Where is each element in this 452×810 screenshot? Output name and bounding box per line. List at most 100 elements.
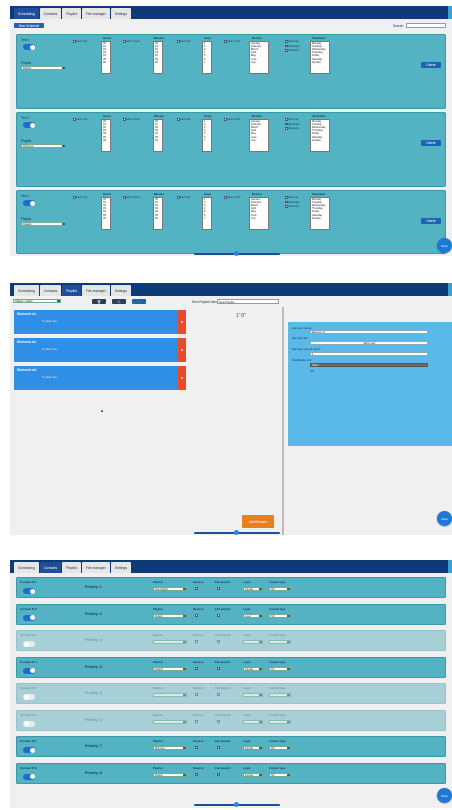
end-playlist-checkbox[interactable]: [217, 746, 220, 749]
months-list[interactable]: January February March April May June Ju…: [249, 40, 269, 74]
tab-contacts[interactable]: Contacts: [39, 285, 62, 296]
schedule-toggle[interactable]: [23, 122, 35, 128]
element-file-select[interactable]: alarm.wav: [310, 341, 428, 345]
contact-toggle[interactable]: [23, 773, 35, 780]
save-button[interactable]: Save: [437, 238, 452, 253]
tab-scheduling[interactable]: Scheduling: [14, 562, 39, 573]
contact-logic-select[interactable]: [243, 719, 263, 724]
weekdays-list[interactable]: Monday Tuesday Wednesday Thursday Friday…: [310, 196, 330, 230]
reverse-checkbox[interactable]: [195, 587, 198, 590]
weekend-option[interactable]: Weekend: [285, 49, 300, 54]
hours-list[interactable]: 00 01 02 03 04 05 06: [101, 40, 111, 74]
contact-type-select[interactable]: NO: [269, 772, 291, 777]
each-hour-check[interactable]: Each hour: [73, 118, 88, 123]
element-card[interactable]: Element n1 To alarm.wav ✖: [14, 310, 186, 334]
contact-logic-select[interactable]: Impulse: [243, 587, 263, 591]
contact-logic-select[interactable]: Level: [243, 613, 263, 618]
each-hour-check[interactable]: Each hour: [73, 40, 88, 45]
contact-playlist-select[interactable]: Welcome: [153, 746, 187, 750]
end-playlist-checkbox[interactable]: [217, 719, 220, 723]
scroll-handle[interactable]: [234, 802, 239, 807]
new-button[interactable]: ➕: [132, 299, 146, 304]
schedule-toggle[interactable]: [23, 44, 35, 50]
months-list[interactable]: January February March April May June Ju…: [249, 118, 269, 152]
days-list[interactable]: 1 2 3 4 5 6 7: [202, 196, 212, 230]
minutes-list[interactable]: 00 01 02 03 04 05 06: [153, 196, 163, 230]
tab-file-manager[interactable]: File manager: [81, 285, 110, 296]
contact-type-select[interactable]: NO: [269, 587, 291, 591]
contact-type-select[interactable]: NO: [269, 613, 291, 618]
scroll-handle[interactable]: [234, 530, 239, 535]
reverse-checkbox[interactable]: [195, 613, 198, 617]
contact-toggle[interactable]: [23, 614, 35, 621]
end-playlist-checkbox[interactable]: [217, 772, 220, 776]
months-list[interactable]: January February March April May June Ju…: [249, 196, 269, 230]
playlist-name-input[interactable]: New Playlist: [217, 299, 279, 304]
new-schedule-button[interactable]: New Schedule: [14, 23, 44, 28]
add-element-button[interactable]: Add Element: [242, 515, 274, 528]
tab-contacts[interactable]: Contacts: [39, 562, 62, 573]
each-day-check[interactable]: Each day: [177, 40, 191, 45]
tab-settings[interactable]: Settings: [110, 562, 131, 573]
tab-scheduling[interactable]: Scheduling: [14, 285, 39, 296]
reverse-checkbox[interactable]: [195, 666, 198, 670]
contact-playlist-select[interactable]: Default: [153, 666, 187, 671]
each-day-check[interactable]: Each day: [177, 118, 191, 123]
delete-button[interactable]: Delete: [421, 218, 441, 224]
delete-button[interactable]: Delete: [421, 140, 441, 146]
save-button[interactable]: Save: [437, 511, 452, 526]
contact-toggle[interactable]: [23, 720, 35, 727]
tab-playlist[interactable]: Playlist: [62, 8, 81, 19]
element-repeat-input[interactable]: 1: [310, 352, 428, 356]
copy-button[interactable]: ⎘: [112, 299, 126, 304]
contact-toggle[interactable]: [23, 694, 35, 700]
playlist-select[interactable]: Welcome: [21, 144, 66, 148]
element-card[interactable]: Element n2 To alarm.wav ✖: [14, 338, 186, 362]
tab-playlist[interactable]: Playlist: [62, 562, 81, 573]
element-card[interactable]: Element n3 To alarm.wav ✖: [14, 366, 186, 390]
contact-playlist-select[interactable]: Default: [153, 613, 187, 618]
reverse-checkbox[interactable]: [195, 640, 198, 643]
tab-contacts[interactable]: Contacts: [39, 8, 62, 19]
playlist-select[interactable]: Default - Attach: [13, 299, 61, 303]
each-hour-check[interactable]: Each hour: [73, 196, 88, 201]
each-month-check[interactable]: Each month: [224, 196, 240, 201]
tab-scheduling[interactable]: Scheduling: [14, 8, 39, 19]
save-button[interactable]: Save: [437, 788, 452, 803]
weekend-option[interactable]: Weekend: [285, 127, 300, 132]
minutes-list[interactable]: 00 01 02 03 04 05 06: [153, 40, 163, 74]
contact-playlist-select[interactable]: Default: [153, 772, 187, 777]
contact-playlist-select[interactable]: New Playlist: [153, 587, 187, 591]
contact-type-select[interactable]: [269, 693, 291, 697]
minutes-list[interactable]: 00 01 02 03 04 05 06: [153, 118, 163, 152]
webradio-option-selected[interactable]: http://: [310, 363, 428, 367]
each-minute-check[interactable]: Each minute: [123, 40, 140, 45]
tab-playlist[interactable]: Playlist: [62, 285, 81, 296]
scroll-handle[interactable]: [234, 251, 239, 256]
contact-playlist-select[interactable]: [153, 693, 187, 697]
reverse-checkbox[interactable]: [195, 746, 198, 749]
contact-logic-select[interactable]: [243, 693, 263, 697]
remove-element-icon[interactable]: ✖: [178, 310, 186, 334]
schedule-toggle[interactable]: [23, 200, 35, 206]
weekdays-list[interactable]: Monday Tuesday Wednesday Thursday Friday…: [310, 118, 330, 152]
days-list[interactable]: 1 2 3 4 5 6 7: [202, 118, 212, 152]
contact-logic-select[interactable]: Impulse: [243, 746, 263, 750]
playlist-select[interactable]: Default: [21, 222, 66, 226]
hours-list[interactable]: 00 01 02 03 04 05 06: [101, 196, 111, 230]
tab-settings[interactable]: Settings: [110, 8, 131, 19]
element-name-input[interactable]: Element n1: [310, 330, 428, 334]
playlist-select[interactable]: Default: [21, 66, 66, 70]
contact-toggle[interactable]: [23, 588, 35, 594]
end-playlist-checkbox[interactable]: [217, 640, 220, 643]
hours-list[interactable]: 00 01 02 03 04 05 06: [101, 118, 111, 152]
end-playlist-checkbox[interactable]: [217, 587, 220, 590]
reverse-checkbox[interactable]: [195, 693, 198, 696]
contact-playlist-select[interactable]: [153, 719, 187, 724]
end-playlist-checkbox[interactable]: [217, 666, 220, 670]
reverse-checkbox[interactable]: [195, 719, 198, 723]
contact-logic-select[interactable]: [243, 640, 263, 644]
contact-type-select[interactable]: [269, 640, 291, 644]
each-month-check[interactable]: Each month: [224, 40, 240, 45]
each-day-check[interactable]: Each day: [177, 196, 191, 201]
